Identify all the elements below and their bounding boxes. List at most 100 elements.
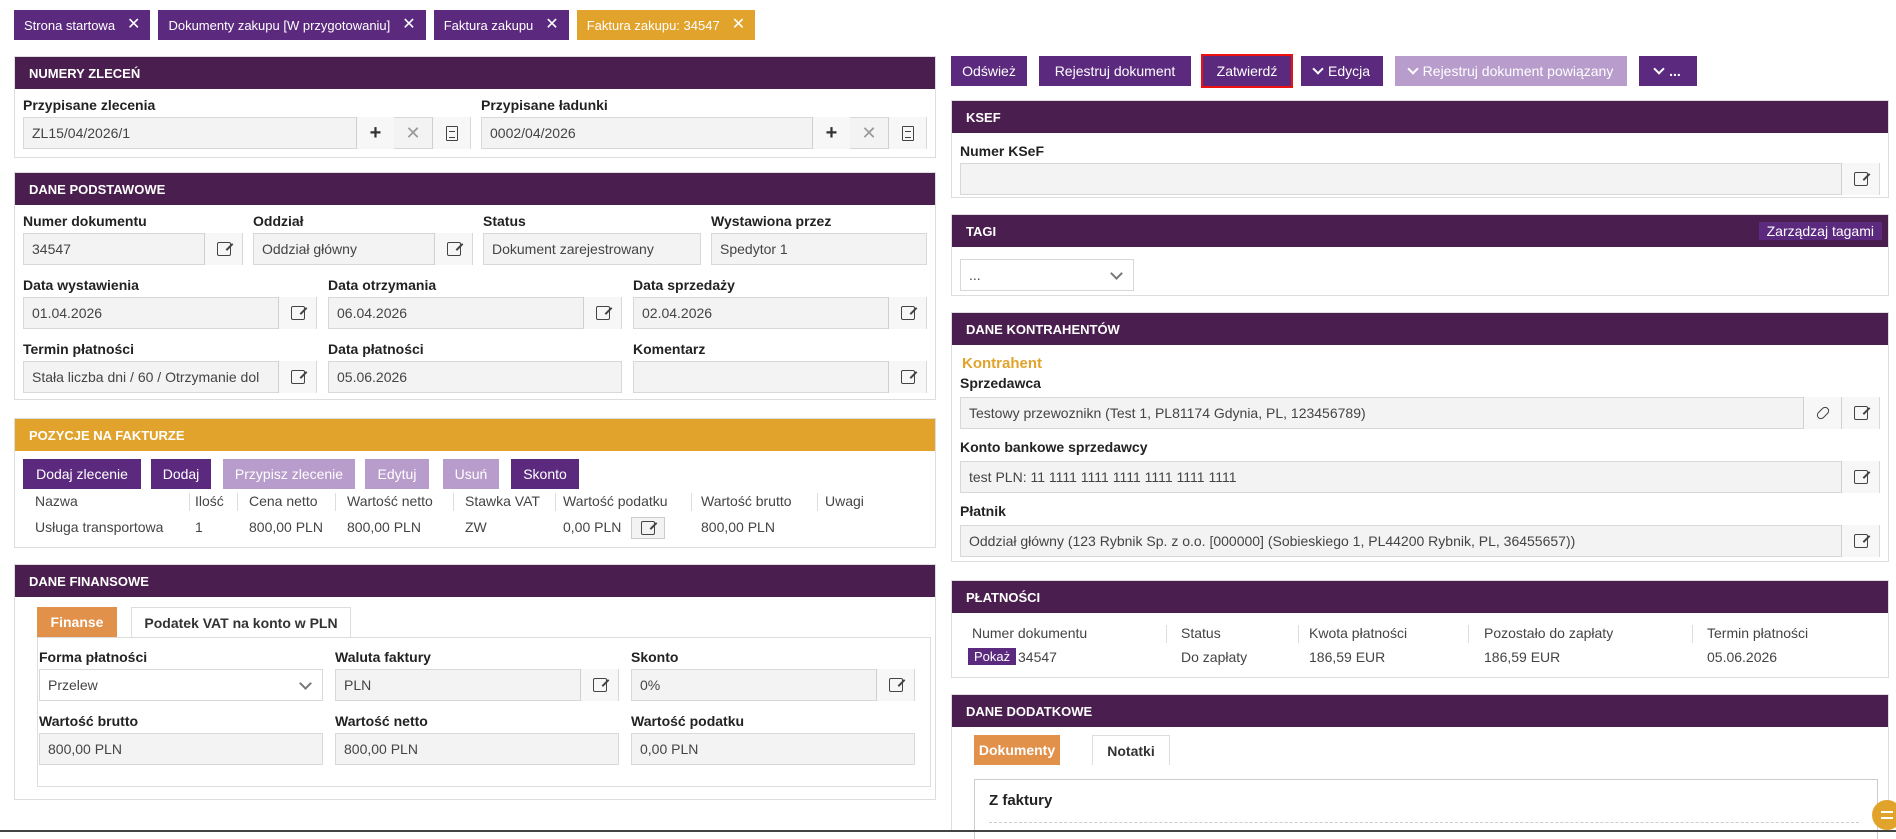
edit-icon (595, 306, 610, 320)
zatwierdz-button[interactable]: Zatwierdź (1201, 54, 1293, 88)
col-separator (335, 493, 336, 511)
waluta-label: Waluta faktury (335, 649, 431, 665)
przypisane-ladunki-value: 0002/04/2026 (490, 125, 576, 141)
numer-dokumentu-field: 34547 (23, 233, 243, 265)
edit-button[interactable] (434, 233, 472, 265)
remove-button[interactable]: ✕ (394, 117, 432, 149)
chat-icon[interactable] (1872, 800, 1896, 830)
przypisane-ladunki-field: 0002/04/2026 + ✕ (481, 117, 927, 149)
komentarz-field (633, 361, 927, 393)
col-header: Status (1181, 625, 1221, 641)
link-button[interactable] (1803, 397, 1841, 429)
edycja-button[interactable]: Edycja (1301, 56, 1383, 86)
edit-button[interactable] (583, 297, 621, 329)
usun-button[interactable]: Usuń (443, 459, 499, 489)
rejestruj-dokument-button[interactable]: Rejestruj dokument (1039, 56, 1191, 86)
data-platnosci-label: Data płatności (328, 341, 424, 357)
add-button[interactable]: + (356, 117, 394, 149)
odswiez-button[interactable]: Odśwież (951, 56, 1027, 86)
add-button[interactable]: + (812, 117, 850, 149)
panel-title: DANE FINANSOWE (15, 565, 935, 597)
tab-notatki[interactable]: Notatki (1092, 735, 1170, 765)
edit-button[interactable] (1841, 163, 1879, 195)
termin-platnosci-label: Termin płatności (23, 341, 134, 357)
tab-faktura-zakupu-34547[interactable]: Faktura zakupu: 34547 ✕ (576, 10, 756, 40)
cell-termin: 05.06.2026 (1707, 649, 1778, 665)
edit-button[interactable] (278, 297, 316, 329)
tab-strona-startowa[interactable]: Strona startowa ✕ (14, 10, 151, 40)
platnik-value: Oddział główny (123 Rybnik Sp. z o.o. [0… (969, 533, 1576, 549)
close-icon: ✕ (405, 123, 421, 143)
more-label: ... (1669, 63, 1681, 79)
tab-podatek-vat[interactable]: Podatek VAT na konto w PLN (131, 607, 351, 637)
rejestruj-powiazany-button[interactable]: Rejestruj dokument powiązany (1395, 56, 1627, 86)
edytuj-button[interactable]: Edytuj (365, 459, 429, 489)
edit-button[interactable] (278, 361, 316, 393)
waluta-value: PLN (344, 677, 372, 693)
wartosc-brutto-field: 800,00 PLN (39, 733, 323, 765)
komentarz-label: Komentarz (633, 341, 706, 357)
dodaj-zlecenie-button[interactable]: Dodaj zlecenie (23, 459, 141, 489)
col-separator (453, 493, 454, 511)
data-platnosci-value: 05.06.2026 (337, 369, 408, 385)
edit-button[interactable] (888, 297, 926, 329)
edycja-label: Edycja (1327, 63, 1371, 79)
cell-kwota: 186,59 EUR (1309, 649, 1386, 665)
edit-icon (290, 306, 305, 320)
data-wystawienia-label: Data wystawienia (23, 277, 139, 293)
wartosc-podatku-value: 0,00 PLN (640, 741, 699, 757)
col-header: Wartość podatku (563, 493, 668, 509)
skonto-button[interactable]: Skonto (511, 459, 579, 489)
cell-ilosc: 1 (195, 519, 203, 535)
document-icon (901, 125, 914, 141)
details-button[interactable] (888, 117, 926, 149)
close-icon[interactable]: ✕ (732, 17, 745, 33)
forma-platnosci-select[interactable]: Przelew (39, 669, 323, 701)
zarzadzaj-tagami-button[interactable]: Zarządzaj tagami (1758, 222, 1882, 240)
tab-finanse[interactable]: Finanse (37, 607, 117, 637)
edit-icon (592, 678, 607, 692)
data-platnosci-field: 05.06.2026 (328, 361, 622, 393)
close-icon[interactable]: ✕ (402, 17, 415, 33)
details-button[interactable] (432, 117, 470, 149)
dane-podstawowe-panel: DANE PODSTAWOWE Numer dokumentu 34547 Od… (14, 172, 936, 400)
col-separator (237, 493, 238, 511)
numer-ksef-label: Numer KSeF (960, 143, 1045, 159)
tab-dokumenty[interactable]: Dokumenty (974, 735, 1060, 765)
col-header: Ilość (195, 493, 224, 509)
edit-icon (641, 521, 655, 535)
edit-icon (900, 306, 915, 320)
chevron-down-icon (1653, 63, 1665, 75)
ksef-panel: KSEF Numer KSeF (951, 100, 1889, 198)
col-header: Kwota płatności (1309, 625, 1408, 641)
edit-button[interactable] (888, 361, 926, 393)
edit-button[interactable] (204, 233, 242, 265)
waluta-field: PLN (335, 669, 619, 701)
edit-button[interactable] (1841, 525, 1879, 557)
dodaj-button[interactable]: Dodaj (151, 459, 211, 489)
tab-bar: Strona startowa ✕ Dokumenty zakupu [W prz… (14, 10, 756, 40)
pokaz-button[interactable]: Pokaż (968, 648, 1017, 665)
edit-button[interactable] (580, 669, 618, 701)
remove-button[interactable]: ✕ (850, 117, 888, 149)
tagi-select[interactable]: ... (960, 259, 1134, 291)
przypisz-zlecenie-button[interactable]: Przypisz zlecenie (223, 459, 355, 489)
chevron-down-icon (1407, 63, 1419, 75)
data-wystawienia-field: 01.04.2026 (23, 297, 317, 329)
cell-wartosc-brutto: 800,00 PLN (701, 519, 775, 535)
close-icon[interactable]: ✕ (545, 17, 558, 33)
edit-button[interactable] (876, 669, 914, 701)
edit-tax-button[interactable] (631, 517, 665, 539)
dane-kontrahentow-panel: DANE KONTRAHENTÓW Kontrahent Sprzedawca … (951, 312, 1889, 562)
oddzial-label: Oddział (253, 213, 304, 229)
edit-button[interactable] (1841, 397, 1879, 429)
sprzedawca-field: Testowy przewoznikn (Test 1, PL81174 Gdy… (960, 397, 1880, 429)
data-sprzedazy-label: Data sprzedaży (633, 277, 735, 293)
tab-dokumenty-zakupu[interactable]: Dokumenty zakupu [W przygotowaniu] ✕ (158, 10, 426, 40)
tab-faktura-zakupu[interactable]: Faktura zakupu ✕ (433, 10, 569, 40)
close-icon[interactable]: ✕ (127, 17, 140, 33)
dane-dodatkowe-panel: DANE DODATKOWE Dokumenty Notatki Z faktu… (951, 694, 1889, 839)
cell-cena-netto: 800,00 PLN (249, 519, 323, 535)
edit-button[interactable] (1841, 461, 1879, 493)
more-button[interactable]: ... (1639, 56, 1697, 86)
